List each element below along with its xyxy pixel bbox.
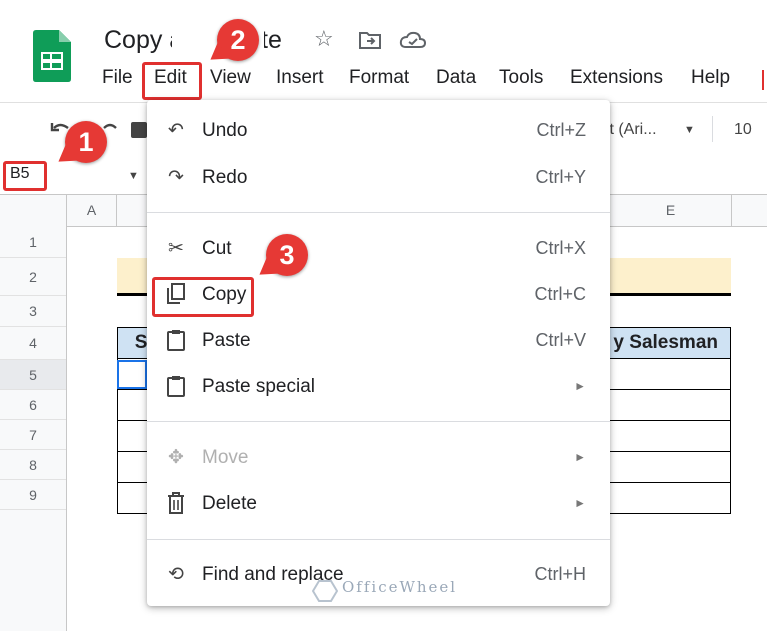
menu-item-label: Cut bbox=[202, 238, 232, 259]
table-cell[interactable] bbox=[596, 451, 731, 483]
copy-item-highlight bbox=[152, 277, 254, 317]
find-replace-icon: ⟲ bbox=[168, 564, 184, 585]
edge-marker bbox=[762, 70, 764, 90]
menu-view[interactable]: View bbox=[210, 67, 251, 89]
trash-icon bbox=[165, 492, 187, 514]
shortcut-label: Ctrl+V bbox=[535, 330, 586, 350]
table-cell[interactable] bbox=[596, 420, 731, 452]
table-header-cell[interactable]: y Salesman bbox=[596, 327, 731, 359]
move-arrows-icon: ✥ bbox=[168, 447, 184, 468]
row-header[interactable]: 3 bbox=[0, 296, 66, 327]
sheets-logo-icon[interactable] bbox=[33, 30, 71, 82]
move-to-folder-icon[interactable] bbox=[358, 30, 382, 55]
shortcut-label: Ctrl+C bbox=[534, 284, 586, 304]
menu-item-label: Delete bbox=[202, 493, 257, 514]
menu-data[interactable]: Data bbox=[436, 67, 476, 89]
toolbar-divider bbox=[712, 116, 713, 142]
submenu-arrow-icon: ► bbox=[574, 496, 586, 510]
shortcut-label: Ctrl+Y bbox=[535, 167, 586, 187]
menu-item-label: Undo bbox=[202, 120, 248, 141]
menu-divider bbox=[147, 421, 610, 422]
submenu-arrow-icon: ► bbox=[574, 450, 586, 464]
clipboard-icon bbox=[165, 375, 187, 397]
print-icon[interactable] bbox=[131, 122, 147, 138]
menu-insert[interactable]: Insert bbox=[276, 67, 324, 89]
row-header-selected[interactable]: 5 bbox=[0, 360, 66, 390]
row-header[interactable]: 8 bbox=[0, 450, 66, 480]
menu-item-paste[interactable]: Paste Ctrl+V bbox=[147, 323, 610, 359]
table-header-cell[interactable]: S bbox=[116, 327, 151, 359]
scissors-icon: ✂ bbox=[168, 238, 184, 259]
edit-dropdown-menu: ↶ Undo Ctrl+Z ↷ Redo Ctrl+Y ✂ Cut Ctrl+X… bbox=[147, 100, 610, 606]
row-header[interactable]: 1 bbox=[0, 227, 66, 258]
font-size-field[interactable]: 10 bbox=[734, 121, 752, 139]
namebox-chevron-down-icon[interactable]: ▼ bbox=[128, 170, 139, 182]
column-header-e[interactable]: E bbox=[610, 195, 732, 226]
menu-tools[interactable]: Tools bbox=[499, 67, 543, 89]
edit-menu-highlight bbox=[142, 62, 202, 100]
redo-icon: ↷ bbox=[168, 167, 184, 188]
menu-help[interactable]: Help bbox=[691, 67, 730, 89]
row-header[interactable]: 2 bbox=[0, 258, 66, 296]
undo-icon: ↶ bbox=[168, 120, 184, 141]
menu-item-cut[interactable]: ✂ Cut Ctrl+X bbox=[147, 231, 610, 267]
menu-item-label: Paste special bbox=[202, 376, 316, 397]
row-header[interactable]: 4 bbox=[0, 327, 66, 360]
menu-item-paste-special[interactable]: Paste special ► bbox=[147, 369, 610, 405]
table-cell[interactable] bbox=[116, 451, 151, 483]
column-header-a[interactable]: A bbox=[67, 195, 117, 226]
table-cell[interactable] bbox=[596, 482, 731, 514]
menu-item-redo[interactable]: ↷ Redo Ctrl+Y bbox=[147, 160, 610, 196]
table-cell[interactable] bbox=[596, 358, 731, 390]
menu-divider bbox=[147, 539, 610, 540]
clipboard-icon bbox=[165, 329, 187, 351]
menu-item-label: Paste bbox=[202, 330, 251, 351]
watermark-logo-icon bbox=[311, 580, 339, 607]
chevron-down-icon[interactable]: ▼ bbox=[684, 124, 695, 136]
step-badge-2: 2 bbox=[217, 19, 259, 61]
selected-cell-b5[interactable] bbox=[117, 360, 147, 389]
menu-item-move[interactable]: ✥ Move ► bbox=[147, 440, 610, 476]
submenu-arrow-icon: ► bbox=[574, 379, 586, 393]
menu-file[interactable]: File bbox=[102, 67, 133, 89]
row-header[interactable]: 9 bbox=[0, 480, 66, 510]
menu-item-label: Move bbox=[202, 447, 249, 468]
menu-item-undo[interactable]: ↶ Undo Ctrl+Z bbox=[147, 113, 610, 149]
shortcut-label: Ctrl+H bbox=[534, 564, 586, 584]
menu-divider bbox=[147, 212, 610, 213]
row-header[interactable]: 7 bbox=[0, 420, 66, 450]
name-box-highlight bbox=[3, 161, 47, 191]
step-badge-3: 3 bbox=[266, 234, 308, 276]
row-header-bar: 1 2 3 4 5 6 7 8 9 bbox=[0, 195, 67, 631]
menu-item-delete[interactable]: Delete ► bbox=[147, 486, 610, 522]
cloud-status-icon[interactable] bbox=[399, 30, 427, 55]
step-badge-1: 1 bbox=[65, 121, 107, 163]
star-icon[interactable]: ☆ bbox=[314, 26, 334, 52]
row-header[interactable]: 6 bbox=[0, 390, 66, 420]
table-cell[interactable] bbox=[596, 389, 731, 421]
watermark-text: OfficeWheel bbox=[342, 578, 458, 596]
table-cell[interactable] bbox=[116, 420, 151, 452]
table-cell[interactable] bbox=[116, 389, 151, 421]
menu-format[interactable]: Format bbox=[349, 67, 409, 89]
shortcut-label: Ctrl+Z bbox=[536, 120, 587, 140]
menu-item-label: Redo bbox=[202, 167, 248, 188]
shortcut-label: Ctrl+X bbox=[535, 238, 586, 258]
table-cell[interactable] bbox=[116, 482, 151, 514]
menu-extensions[interactable]: Extensions bbox=[570, 67, 663, 89]
